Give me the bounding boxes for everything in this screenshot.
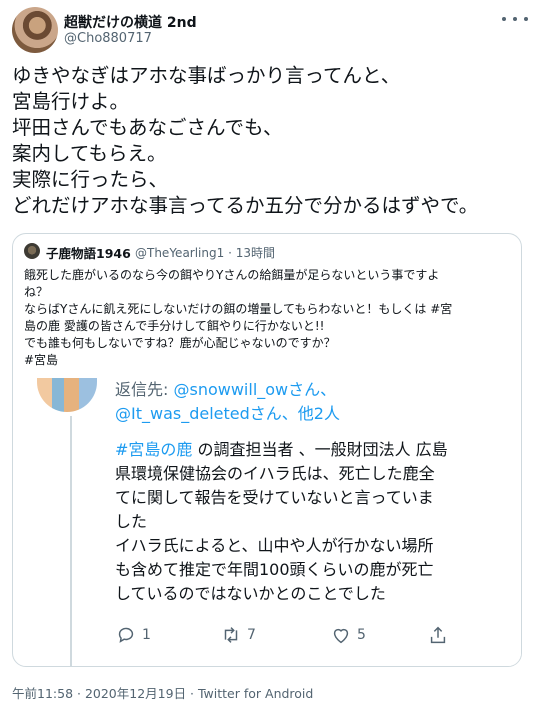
- quoted-avatar: [24, 243, 40, 259]
- quoted-text-line: ならばYさんに飢え死にしないだけの餌の増量してもらわないと！もしくは #宮: [24, 302, 453, 316]
- tweet-text-line: どれだけアホな事言ってるか五分で分かるはずやで。: [12, 194, 479, 217]
- quoted-text-line: 島の鹿 愛護の皆さんで手分けして餌やりに行かないと!!: [24, 319, 325, 333]
- quoted-text-line: #宮島: [24, 353, 59, 367]
- retweet-action: 7: [220, 624, 256, 646]
- avatar[interactable]: [12, 7, 58, 53]
- hashtag-link: #宮島の鹿: [115, 440, 193, 459]
- reply-prefix: 返信先:: [115, 380, 174, 399]
- share-action: [427, 624, 449, 646]
- screenshot-text-line: てに関して報告を受けていないと言っていま: [115, 488, 434, 507]
- screenshot-text-line: も含めて推定で年間100頭くらいの鹿が死亡: [115, 560, 434, 579]
- reply-icon: [118, 627, 134, 643]
- tweet-text-line: ゆきやなぎはアホな事ばっかり言ってんと、: [12, 64, 401, 87]
- like-icon: [333, 628, 349, 644]
- quoted-display-name: 子鹿物語1946: [46, 246, 131, 261]
- tweet-text-line: 坪田さんでもあなごさんでも、: [12, 116, 283, 139]
- tweet-text-line: 案内してもらえ。: [12, 142, 167, 165]
- quoted-text: 餓死した鹿がいるのなら今の餌やりYさんの給餌量が足らないという事ですよ ね？ な…: [24, 267, 514, 369]
- screenshot-avatar: [37, 378, 97, 412]
- display-name[interactable]: 超獣だけの横道 2nd: [64, 12, 197, 32]
- retweet-icon: [224, 627, 238, 643]
- screenshot-action-bar: 1 7 5: [115, 624, 455, 648]
- more-icon[interactable]: [502, 10, 528, 28]
- reply-count: 1: [142, 627, 151, 643]
- screenshot-text-segment: の調査担当者 、一般財団法人 広島: [192, 440, 448, 459]
- user-handle[interactable]: @Cho880717: [64, 31, 152, 46]
- like-count: 5: [357, 627, 366, 643]
- quoted-text-line: ね？: [24, 285, 49, 299]
- tweet-text: ゆきやなぎはアホな事ばっかり言ってんと、 宮島行けよ。 坪田さんでもあなごさんで…: [12, 63, 522, 219]
- tweet-text-line: 実際に行ったら、: [12, 168, 169, 191]
- screenshot-text: #宮島の鹿 の調査担当者 、一般財団法人 広島 県環境保健協会のイハラ氏は、死亡…: [115, 438, 515, 606]
- retweet-count: 7: [247, 627, 256, 643]
- like-action: 5: [330, 624, 366, 646]
- tweet-timestamp[interactable]: 午前11:58 · 2020年12月19日 · Twitter for Andr…: [12, 683, 313, 702]
- quoted-tweet[interactable]: 子鹿物語1946 @TheYearling1 · 13時間 餓死した鹿がいるのな…: [12, 233, 522, 667]
- quoted-handle-time: @TheYearling1 · 13時間: [135, 246, 275, 260]
- reply-action: 1: [115, 624, 151, 646]
- attached-screenshot[interactable]: 返信先: @snowwill_owさん、 @It_was_deletedさん、他…: [35, 376, 521, 666]
- screenshot-text-line: 県環境保健協会のイハラ氏は、死亡した鹿全: [115, 464, 435, 483]
- share-icon: [430, 626, 446, 644]
- screenshot-text-line: イハラ氏によると、山中や人が行かない場所: [115, 536, 434, 555]
- quoted-text-line: でも誰も何もしないですね？鹿が心配じゃないのですか？: [24, 336, 336, 350]
- tweet-text-line: 宮島行けよ。: [12, 90, 130, 113]
- thread-line: [70, 416, 72, 666]
- reply-user-link: @It_was_deletedさん、他2人: [115, 404, 340, 423]
- reply-user-link: @snowwill_owさん、: [173, 380, 337, 399]
- quoted-text-line: 餓死した鹿がいるのなら今の餌やりYさんの給餌量が足らないという事ですよ: [24, 268, 440, 282]
- reply-to: 返信先: @snowwill_owさん、 @It_was_deletedさん、他…: [115, 378, 340, 426]
- screenshot-text-line: した: [115, 512, 148, 531]
- screenshot-text-line: しているのではないかとのことでした: [115, 584, 386, 603]
